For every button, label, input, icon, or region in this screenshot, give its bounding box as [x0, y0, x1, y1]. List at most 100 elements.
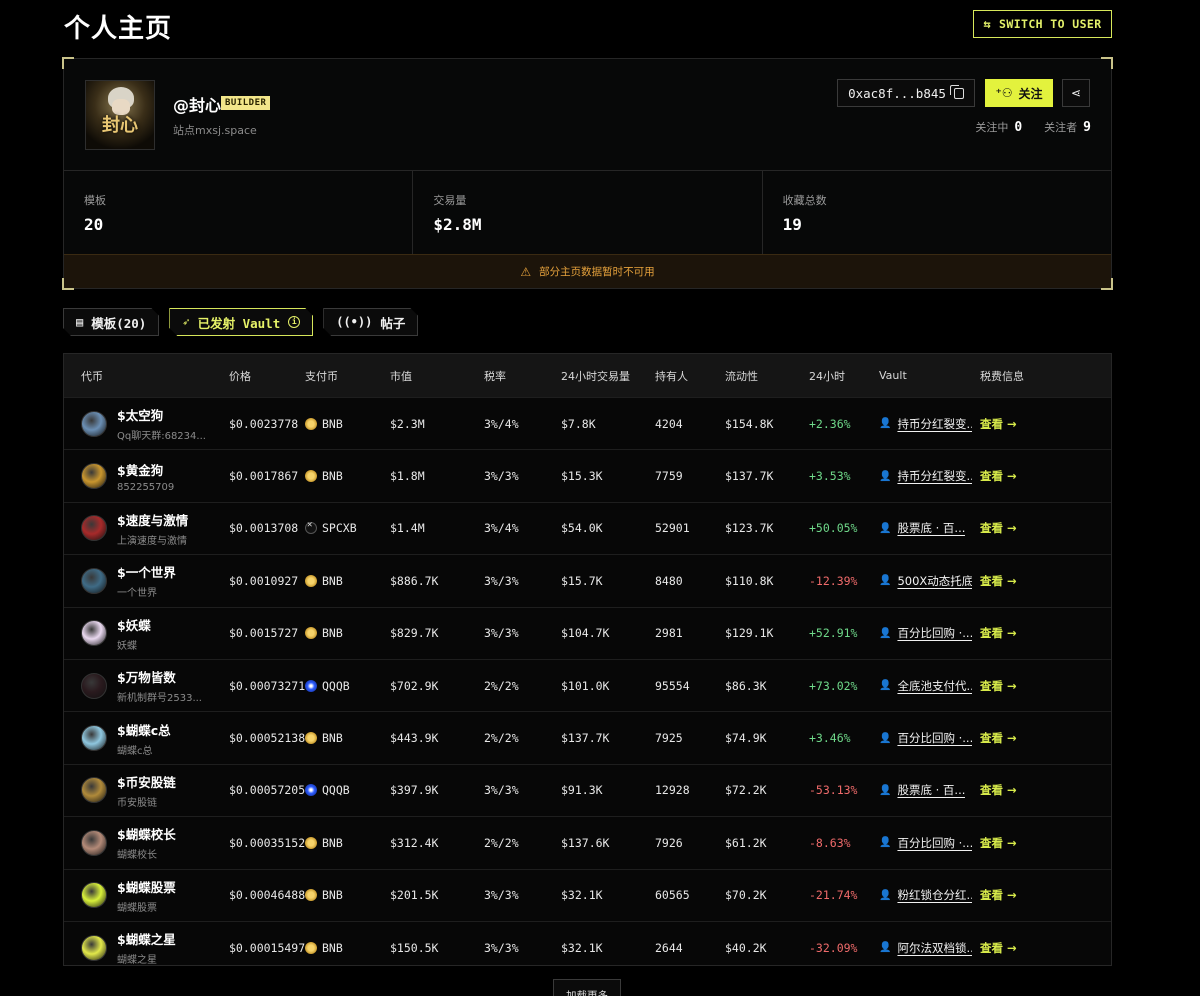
token-name[interactable]: $币安股链: [117, 772, 176, 791]
view-link[interactable]: 查看 →: [980, 731, 1017, 745]
table-row[interactable]: $币安股链 币安股链 $0.00057205 QQQB $397.9K 3%/3% $91.…: [64, 763, 1111, 816]
vault-link[interactable]: 500X动态托底...: [897, 573, 972, 589]
column-header[interactable]: 支付币: [305, 368, 390, 384]
token-name[interactable]: $妖蝶: [117, 615, 151, 634]
liquidity-cell: $61.2K: [725, 835, 767, 850]
vault-link[interactable]: 股票底 · 百...: [897, 782, 965, 798]
token-description: 蝴蝶股票: [117, 902, 157, 914]
column-header[interactable]: 价格: [229, 368, 305, 384]
column-header[interactable]: Vault: [879, 369, 980, 382]
follow-button[interactable]: ⁺⚇ 关注: [985, 79, 1053, 107]
stat-value: $2.8M: [433, 215, 482, 234]
followers-label: 关注者: [1044, 121, 1078, 134]
token-name[interactable]: $太空狗: [117, 405, 206, 424]
holders-cell: 52901: [655, 521, 690, 536]
token-avatar-icon: [81, 620, 107, 647]
tax-cell: 3%/3%: [484, 573, 519, 588]
liquidity-cell: $129.1K: [725, 626, 774, 641]
view-link[interactable]: 查看 →: [980, 574, 1017, 588]
vault-link[interactable]: 持币分红裂变...: [897, 468, 972, 484]
token-text: $蝴蝶校长 蝴蝶校长: [117, 824, 176, 861]
token-name[interactable]: $万物皆数: [117, 667, 202, 686]
tab-launched-vault[interactable]: ➶ 已发射 Vault i: [169, 308, 313, 336]
tab-templates[interactable]: ▤ 模板(20): [63, 308, 159, 336]
copy-icon[interactable]: [949, 84, 964, 99]
table-row[interactable]: $蝴蝶校长 蝴蝶校长 $0.00035152 BNB $312.4K 2%/2% $137.…: [64, 816, 1111, 868]
view-link[interactable]: 查看 →: [980, 417, 1017, 431]
pay-coin-cell: BNB: [305, 626, 390, 640]
token-cell: $妖蝶 妖蝶: [64, 615, 229, 652]
change-24h-cell: +52.91%: [809, 626, 858, 641]
view-link[interactable]: 查看 →: [980, 521, 1017, 535]
holders-cell: 12928: [655, 783, 690, 798]
vault-icon: 👤: [879, 732, 892, 744]
holders-cell: 7925: [655, 731, 683, 746]
tab-posts[interactable]: ((•)) 帖子: [323, 308, 418, 336]
vault-link[interactable]: 百分比回购 ·...: [897, 625, 972, 641]
tax-cell: 3%/3%: [484, 626, 519, 641]
table-row[interactable]: $一个世界 一个世界 $0.0010927 BNB $886.7K 3%/3% $15.7K…: [64, 554, 1111, 606]
price-cell: $0.0023778: [229, 416, 299, 431]
followers-count[interactable]: 9: [1083, 120, 1091, 135]
table-row[interactable]: $妖蝶 妖蝶 $0.0015727 BNB $829.7K 3%/3% $104.7K 298…: [64, 606, 1111, 659]
view-link[interactable]: 查看 →: [980, 783, 1017, 797]
vault-link[interactable]: 百分比回购 ·...: [897, 730, 972, 746]
load-more-button[interactable]: 加载更多: [553, 979, 621, 996]
vault-cell: 👤 持币分红裂变...: [879, 468, 980, 484]
vault-link[interactable]: 持币分红裂变...: [897, 416, 972, 432]
view-link[interactable]: 查看 →: [980, 679, 1017, 693]
pay-coin-cell: BNB: [305, 888, 390, 902]
token-name[interactable]: $蝴蝶c总: [117, 720, 171, 739]
volume-cell: $137.7K: [561, 731, 610, 746]
column-header[interactable]: 市值: [390, 368, 484, 384]
info-icon[interactable]: i: [288, 316, 300, 328]
view-link[interactable]: 查看 →: [980, 941, 1017, 955]
token-name[interactable]: $蝴蝶校长: [117, 824, 176, 843]
vault-link[interactable]: 粉红锁仓分红...: [897, 887, 972, 903]
vault-link[interactable]: 股票底 · 百...: [897, 520, 965, 536]
view-link[interactable]: 查看 →: [980, 836, 1017, 850]
coin-icon: [305, 941, 317, 954]
wallet-address-button[interactable]: 0xac8f...b845: [837, 79, 975, 107]
table-row[interactable]: $万物皆数 新机制群号2533... $0.00073271 QQQB $702.9K 2…: [64, 658, 1111, 711]
table-row[interactable]: $蝴蝶之星 蝴蝶之星 $0.00015497 BNB $150.5K 3%/3% $32.1…: [64, 920, 1111, 965]
table-row[interactable]: $太空狗 Qq聊天群:68234... $0.0023778 BNB $2.3M 3%/4…: [64, 397, 1111, 449]
vault-link[interactable]: 阿尔法双档锁...: [897, 940, 972, 956]
token-name[interactable]: $黄金狗: [117, 460, 174, 479]
view-link[interactable]: 查看 →: [980, 626, 1017, 640]
table-row[interactable]: $黄金狗 852255709 $0.0017867 BNB $1.8M 3%/3% $15.…: [64, 449, 1111, 501]
change-24h-cell: +3.46%: [809, 731, 851, 746]
table-row[interactable]: $速度与激情上演速度与激情 $0.0013708 SPCXB $1.4M 3%/4% $5…: [64, 501, 1111, 554]
rocket-icon: ➶: [182, 315, 190, 329]
token-name[interactable]: $蝴蝶股票: [117, 877, 176, 896]
liquidity-cell: $40.2K: [725, 940, 767, 955]
token-avatar-icon: [81, 672, 107, 699]
token-name[interactable]: $速度与激情: [117, 510, 188, 529]
vault-icon: 👤: [879, 575, 892, 587]
share-button[interactable]: ⋖: [1062, 79, 1090, 107]
column-header[interactable]: 24小时: [809, 368, 879, 384]
table-row[interactable]: $蝴蝶c总 蝴蝶c总 $0.00052138 BNB $443.9K 2%/2% $137.…: [64, 711, 1111, 763]
view-link[interactable]: 查看 →: [980, 469, 1017, 483]
vault-link[interactable]: 全底池支付代...: [897, 678, 972, 694]
vault-link[interactable]: 百分比回购 ·...: [897, 835, 972, 851]
view-link[interactable]: 查看 →: [980, 888, 1017, 902]
switch-to-user-button[interactable]: ⇆ SWITCH TO USER: [973, 10, 1112, 38]
table-row[interactable]: $蝴蝶股票 蝴蝶股票 $0.00046488 BNB $201.5K 3%/3% $32.1…: [64, 868, 1111, 921]
column-header[interactable]: 代币: [64, 368, 229, 384]
column-header[interactable]: 流动性: [725, 368, 809, 384]
swap-icon: ⇆: [983, 17, 992, 31]
builder-badge: BUILDER: [221, 96, 271, 110]
column-header[interactable]: 税率: [484, 368, 561, 384]
holders-cell: 8480: [655, 573, 683, 588]
column-header[interactable]: 持有人: [655, 368, 725, 384]
following-count[interactable]: 0: [1014, 120, 1022, 135]
market-cap-cell: $1.8M: [390, 469, 425, 484]
token-text: $一个世界 一个世界: [117, 562, 176, 599]
column-header[interactable]: 24小时交易量: [561, 368, 655, 384]
token-name[interactable]: $蝴蝶之星: [117, 929, 176, 948]
holders-cell: 2644: [655, 940, 683, 955]
column-header[interactable]: 税费信息: [980, 368, 1100, 384]
price-cell: $0.00057205: [229, 783, 305, 798]
token-name[interactable]: $一个世界: [117, 562, 176, 581]
